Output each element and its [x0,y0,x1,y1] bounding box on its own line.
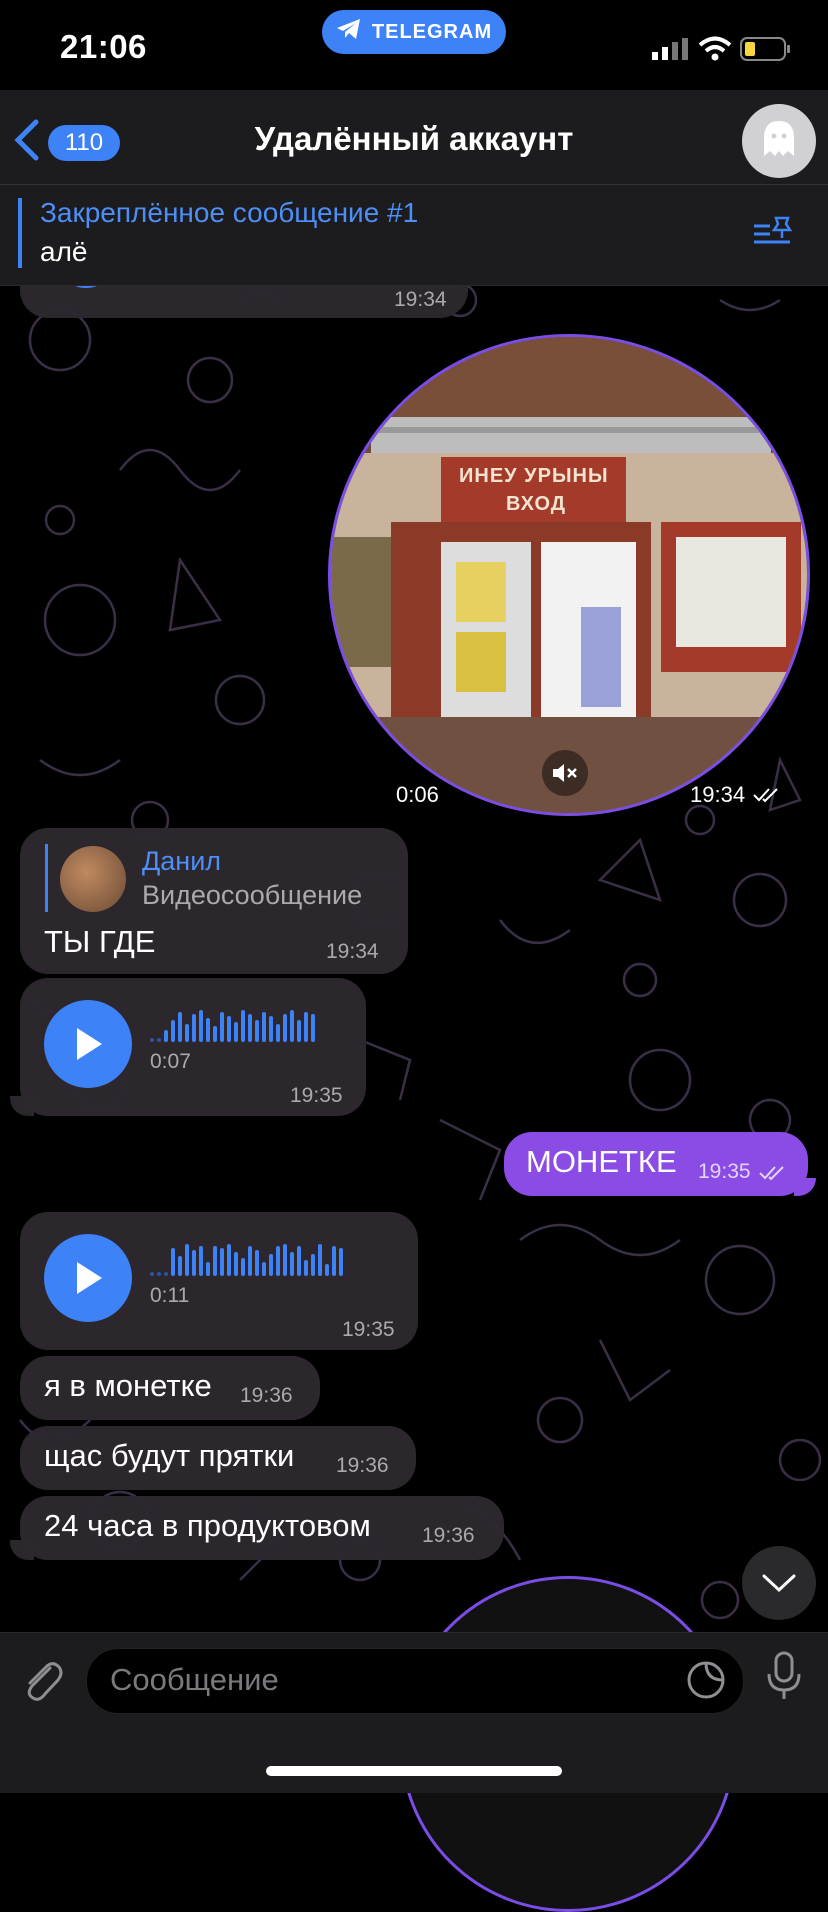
attach-icon[interactable] [20,1656,64,1709]
reply-quote-bar [45,844,48,912]
play-button[interactable] [44,1234,132,1322]
mute-icon[interactable] [542,750,588,796]
video-sign-line2: ВХОД [506,493,567,515]
play-button[interactable] [44,1000,132,1088]
status-time: 21:06 [60,28,147,65]
message-input-placeholder: Сообщение [110,1662,279,1697]
read-check-icon [752,786,782,809]
video-time: 19:34 [690,782,746,807]
reply-quoted-text: Видеосообщение [142,880,363,910]
sticker-icon[interactable] [686,1660,726,1705]
reply-thumbnail [60,846,126,912]
message-time: 19:36 [240,1384,293,1407]
microphone-icon[interactable] [764,1650,804,1707]
message-time: 19:35 [698,1160,751,1183]
ghost-avatar-icon [761,118,797,165]
telegram-pill-label: TELEGRAM [371,20,493,43]
avatar[interactable] [742,104,816,178]
video-frame [331,337,807,813]
message-text: я в монетке [44,1368,212,1403]
voice-duration: 0:11 [150,1284,190,1307]
play-icon [77,1262,102,1294]
voice-waveform[interactable] [150,1242,343,1276]
telegram-icon [336,18,362,46]
pinned-text[interactable]: алё [40,236,87,268]
message-text: 24 часа в продуктовом [44,1508,371,1543]
play-icon [77,1028,102,1060]
voice-duration: 0:07 [150,1050,191,1073]
scroll-down-button[interactable] [742,1546,816,1620]
message-time: 19:34 [326,940,379,963]
message-time: 19:36 [422,1524,475,1547]
home-indicator [266,1766,562,1776]
pinned-list-icon[interactable] [752,214,796,255]
telegram-pill[interactable]: TELEGRAM [322,10,506,54]
pinned-title[interactable]: Закреплённое сообщение #1 [40,197,418,229]
chat-title[interactable]: Удалённый аккаунт [0,120,828,158]
signal-icon [652,38,688,65]
message-time: 19:36 [336,1454,389,1477]
video-sign-line1: ИНЕУ УРЫНЫ [459,465,609,487]
message-text: МОНЕТКЕ [526,1144,677,1179]
video-duration: 0:06 [396,782,439,807]
video-message[interactable]: ИНЕУ УРЫНЫ ВХОД [328,334,810,816]
battery-icon [740,36,792,67]
message-text: ТЫ ГДЕ [44,924,156,959]
message-time: 19:34 [394,288,447,311]
chevron-down-icon [762,1574,796,1593]
message-time: 19:35 [290,1084,343,1107]
wifi-icon [698,36,732,67]
voice-waveform[interactable] [150,1008,315,1042]
reply-author[interactable]: Данил [142,846,221,877]
pinned-indicator [18,198,22,268]
message-text: щас будут прятки [44,1438,295,1473]
message-time: 19:35 [342,1318,395,1341]
read-check-icon [758,1164,788,1187]
